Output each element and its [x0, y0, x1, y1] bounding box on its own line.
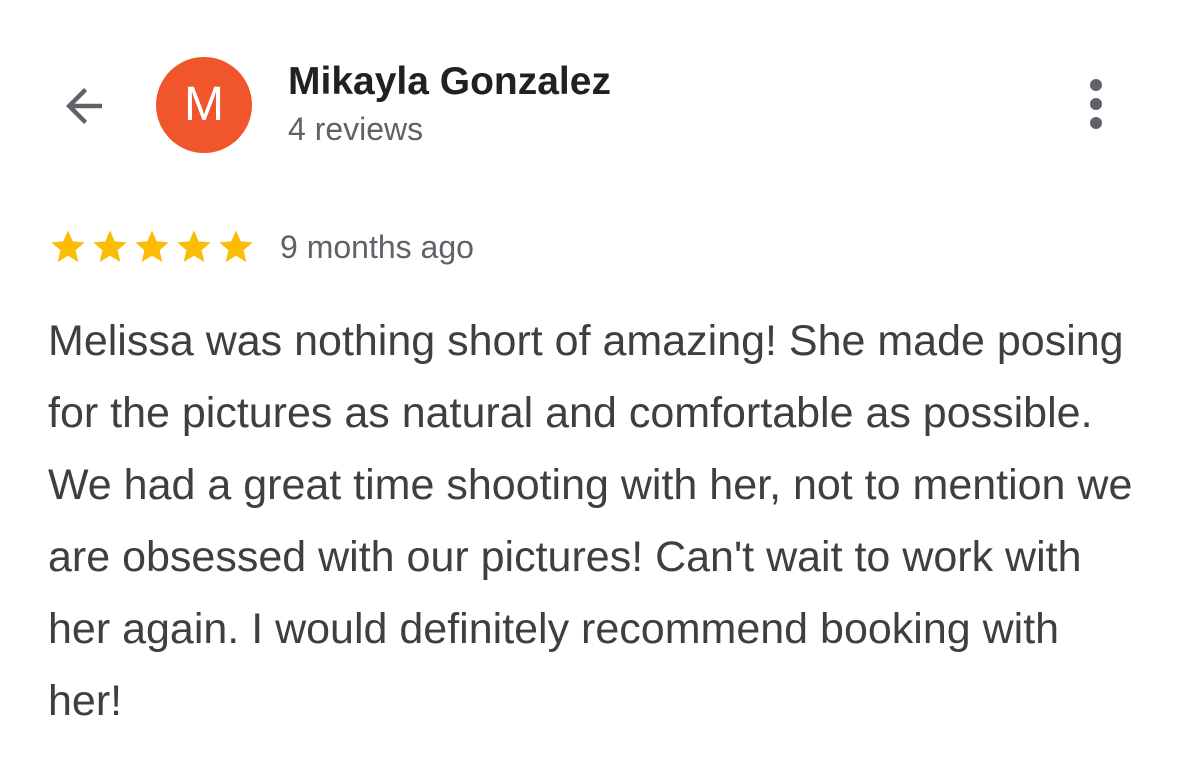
back-button[interactable] — [48, 70, 120, 142]
star-icon — [51, 230, 85, 262]
review-text: Melissa was nothing short of amazing! Sh… — [48, 317, 1133, 725]
avatar[interactable]: M — [156, 57, 252, 153]
star-icon — [135, 230, 169, 262]
rating-row: 9 months ago — [48, 222, 474, 272]
arrow-left-icon — [66, 88, 102, 124]
reviewer-name[interactable]: Mikayla Gonzalez — [288, 58, 611, 106]
avatar-initial: M — [184, 78, 224, 131]
more-vert-icon — [1090, 79, 1102, 129]
star-rating — [48, 227, 256, 267]
review-time: 9 months ago — [280, 229, 474, 265]
star-icon — [93, 230, 127, 262]
more-options-button[interactable] — [1066, 72, 1126, 136]
star-icon — [177, 230, 211, 262]
review-count: 4 reviews — [288, 111, 424, 147]
star-icon — [219, 230, 253, 262]
